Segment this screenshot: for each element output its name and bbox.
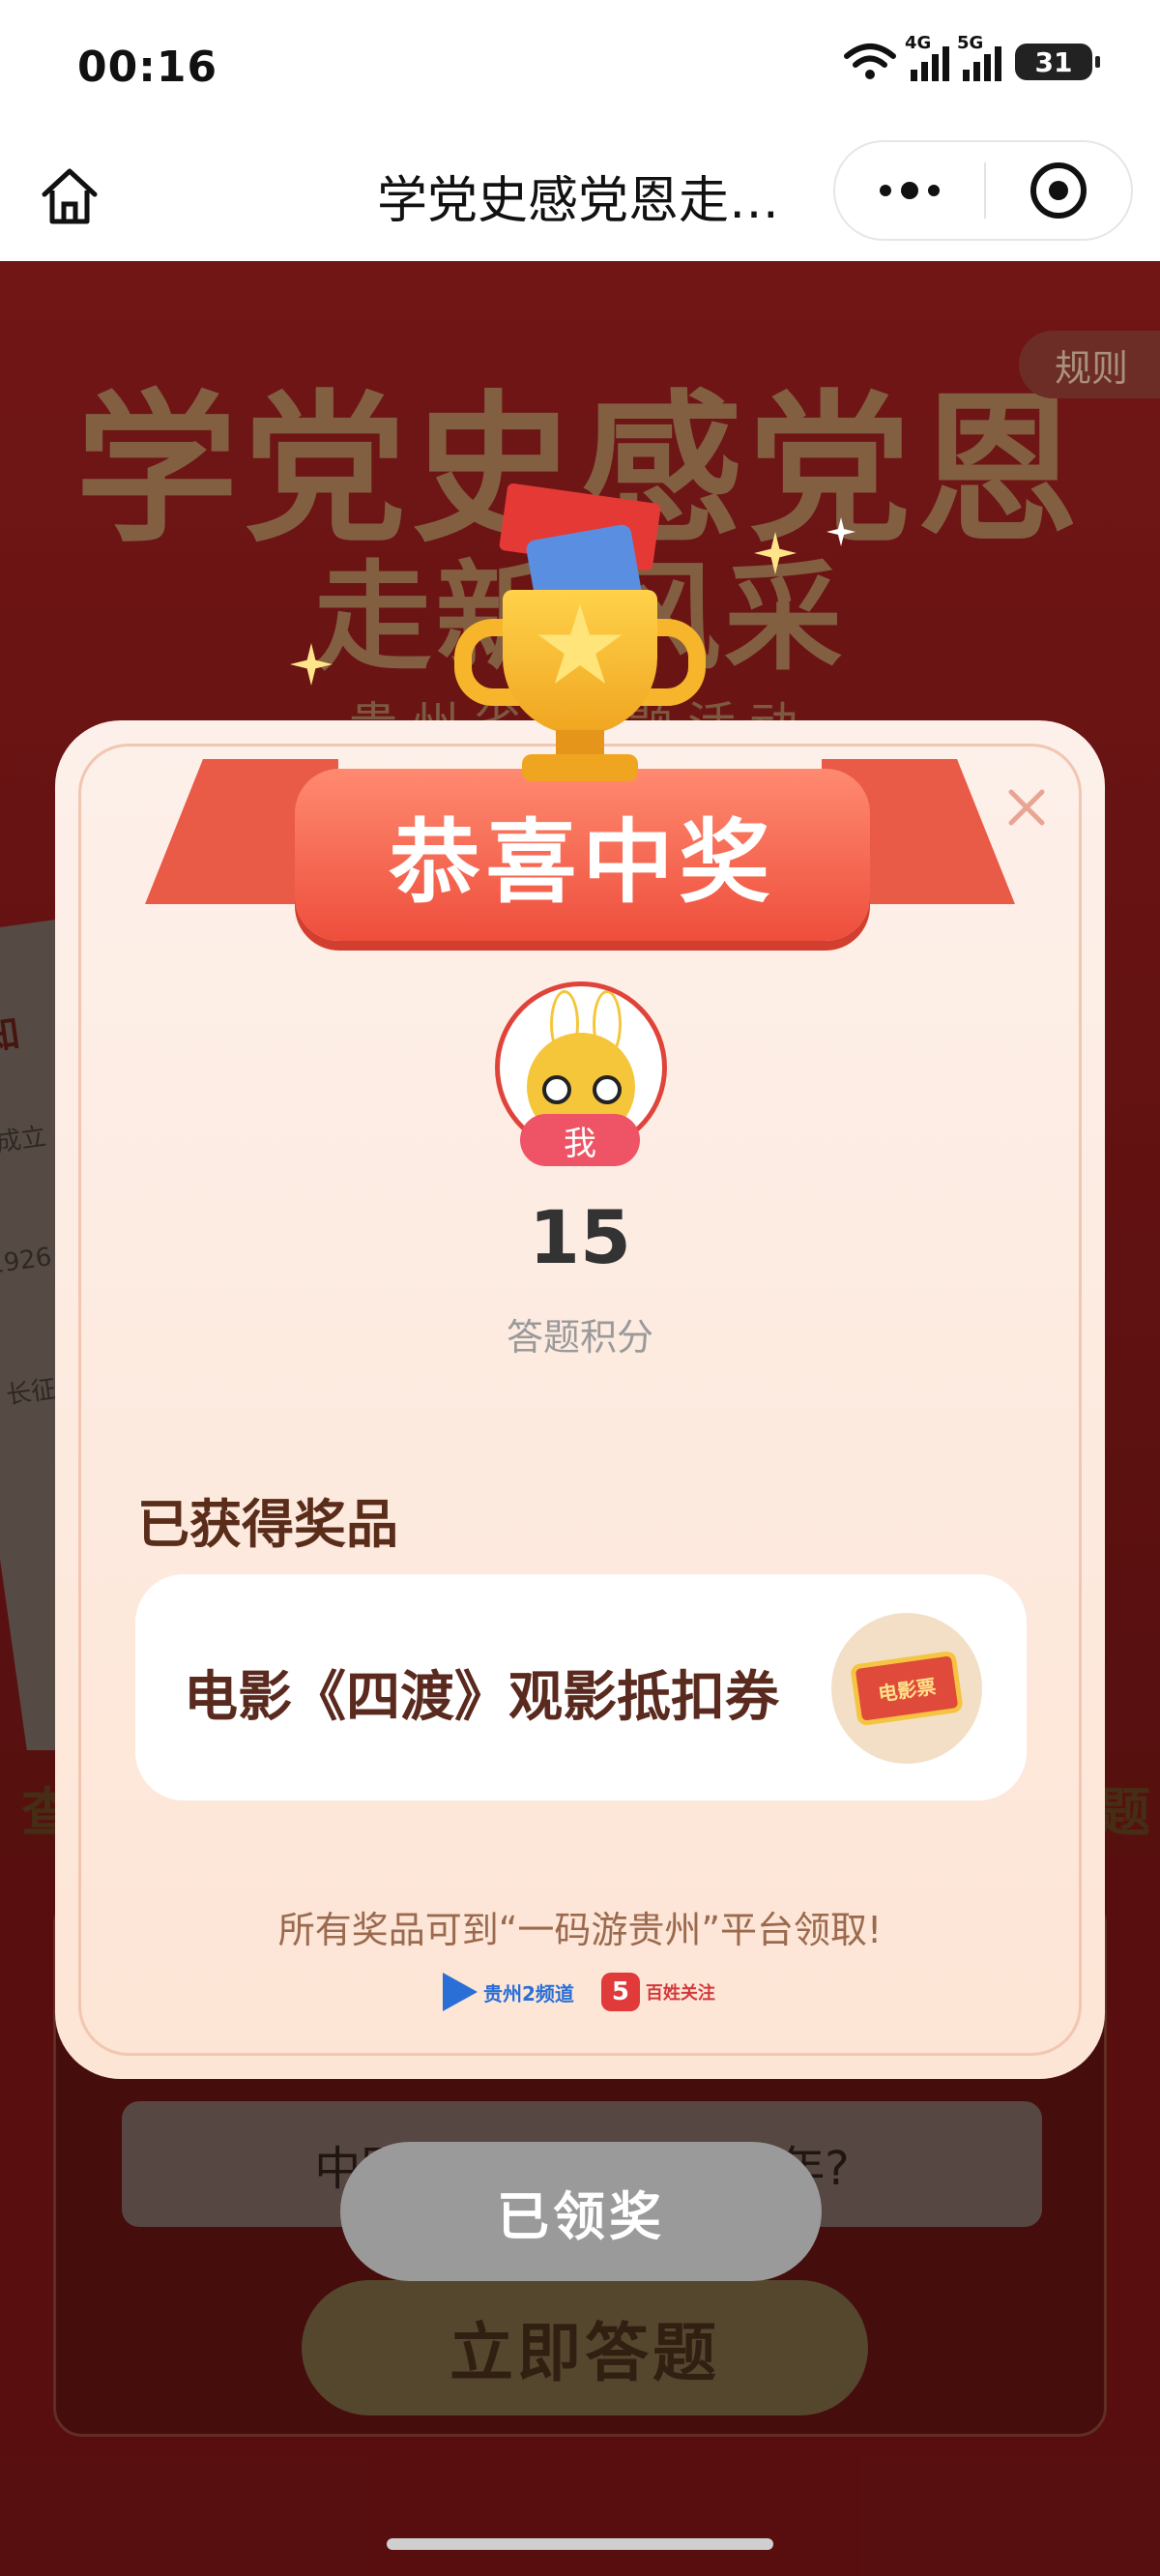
status-bar: 00:16 4G 5G 31 — [0, 0, 1160, 140]
prize-heading: 已获得奖品 — [137, 1494, 398, 1555]
status-icons: 4G 5G 31 — [843, 33, 1100, 81]
me-badge: 我 — [520, 1114, 640, 1166]
ticket-label: 电影票 — [850, 1650, 964, 1727]
logo-1-text: 贵州2频道 — [483, 1981, 574, 2005]
claim-note: 所有奖品可到“一码游贵州”平台领取! — [277, 1909, 883, 1951]
close-mini-program-button[interactable] — [986, 142, 1131, 239]
movie-ticket-icon: 电影票 — [831, 1613, 982, 1764]
network-label-4g: 4G — [905, 33, 932, 53]
congrats-banner: 恭喜中奖 — [295, 769, 870, 941]
wifi-icon — [844, 44, 896, 79]
logo-2-text: 百姓关注 — [645, 1983, 715, 2004]
capsule-menu — [833, 140, 1133, 241]
target-close-icon — [1030, 162, 1087, 219]
congrats-text: 恭喜中奖 — [389, 810, 776, 916]
claimed-button[interactable]: 已领奖 — [340, 2142, 822, 2281]
page-title: 学党史感党恩走… — [377, 172, 780, 230]
home-indicator[interactable] — [387, 2538, 773, 2550]
trophy-icon — [416, 483, 744, 793]
status-time: 00:16 — [77, 43, 218, 92]
baixing-guanzhu-logo: 5 百姓关注 — [600, 1968, 715, 2016]
home-icon — [42, 168, 98, 224]
home-button[interactable] — [35, 161, 104, 231]
mini-program-nav-bar: 学党史感党恩走… — [0, 140, 1160, 261]
score-label: 答题积分 — [506, 1316, 653, 1359]
more-dots-icon — [880, 182, 940, 199]
prize-card: 电影《四渡》观影抵扣券 电影票 — [135, 1574, 1027, 1800]
score-value: 15 — [529, 1194, 631, 1280]
more-button[interactable] — [835, 142, 984, 239]
logo-2-mark: 5 — [600, 1973, 640, 2011]
signal-5g-icon: 5G — [957, 33, 1001, 81]
modal-close-button[interactable] — [998, 778, 1056, 836]
sponsor-logos: 贵州2频道 5 百姓关注 — [443, 1968, 715, 2016]
prize-name: 电影《四渡》观影抵扣券 — [184, 1666, 779, 1729]
network-label-5g: 5G — [957, 33, 984, 53]
battery-icon: 31 — [1015, 44, 1100, 80]
close-icon — [1008, 789, 1045, 826]
signal-4g-icon: 4G — [905, 33, 949, 81]
guizhou-channel-logo: 贵州2频道 — [443, 1968, 574, 2016]
